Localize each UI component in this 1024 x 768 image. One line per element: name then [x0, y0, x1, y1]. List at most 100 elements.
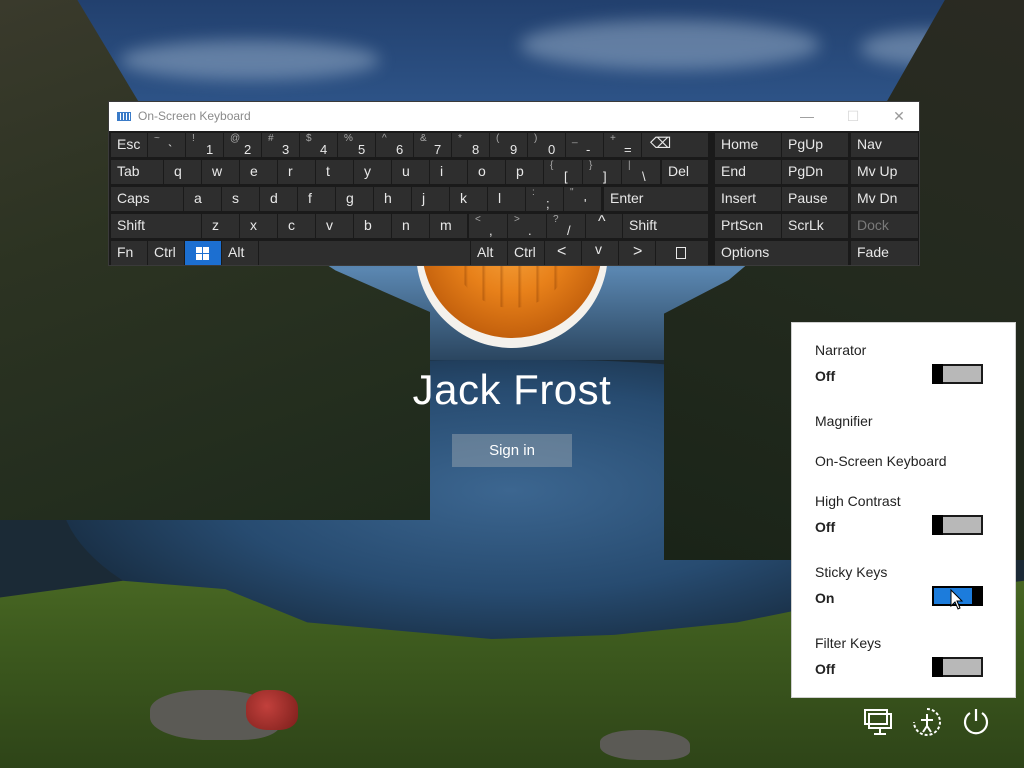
key-alt-left[interactable]: Alt: [222, 241, 258, 265]
key-6[interactable]: ^ 6: [376, 133, 413, 157]
key-7[interactable]: & 7: [414, 133, 451, 157]
key-caps[interactable]: Caps: [111, 187, 183, 211]
key-3[interactable]: #3: [262, 133, 299, 157]
key-space[interactable]: [259, 241, 470, 265]
power-icon[interactable]: [960, 706, 992, 738]
key-del[interactable]: Del: [662, 160, 708, 184]
key-alt-right[interactable]: Alt: [471, 241, 507, 265]
key-bracket-0[interactable]: {[: [544, 160, 582, 184]
key-mvdn[interactable]: Mv Dn: [851, 187, 918, 211]
key-4[interactable]: $4: [300, 133, 337, 157]
key-8[interactable]: * 8: [452, 133, 489, 157]
key-l[interactable]: l: [488, 187, 525, 211]
key-ctrl-right[interactable]: Ctrl: [508, 241, 544, 265]
key-0[interactable]: ) 0: [528, 133, 565, 157]
key-shift-label: +: [610, 133, 616, 144]
key--[interactable]: _ -: [566, 133, 603, 157]
key-punct-1[interactable]: " ': [564, 187, 601, 211]
narrator-toggle[interactable]: [932, 364, 983, 384]
key-h[interactable]: h: [374, 187, 411, 211]
key-menu[interactable]: [656, 241, 708, 265]
key-down[interactable]: v: [582, 241, 618, 265]
key-g[interactable]: g: [336, 187, 373, 211]
key-fade[interactable]: Fade: [851, 241, 918, 265]
key-punct-4[interactable]: ? /: [547, 214, 585, 238]
key-w[interactable]: w: [202, 160, 239, 184]
key-c[interactable]: c: [278, 214, 315, 238]
key-`[interactable]: ~ `: [148, 133, 185, 157]
key-pause[interactable]: Pause: [782, 187, 848, 211]
key-j[interactable]: j: [412, 187, 449, 211]
sign-in-button[interactable]: Sign in: [452, 434, 572, 467]
key-punct-3[interactable]: >.: [508, 214, 546, 238]
key-5[interactable]: % 5: [338, 133, 375, 157]
key-mvup[interactable]: Mv Up: [851, 160, 918, 184]
key-s[interactable]: s: [222, 187, 259, 211]
key-esc[interactable]: Esc: [111, 133, 147, 157]
key-a[interactable]: a: [184, 187, 221, 211]
key-prtscn[interactable]: PrtScn: [715, 214, 781, 238]
magnifier-item[interactable]: Magnifier: [815, 413, 873, 429]
key-1[interactable]: ! 1: [186, 133, 223, 157]
key-dock[interactable]: Dock: [851, 214, 918, 238]
key-=[interactable]: + =: [604, 133, 641, 157]
minimize-button[interactable]: —: [784, 102, 830, 131]
key-home[interactable]: Home: [715, 133, 781, 157]
key-left[interactable]: <: [545, 241, 581, 265]
key-up[interactable]: ^: [586, 213, 622, 238]
key-ctrl-left[interactable]: Ctrl: [148, 241, 184, 265]
key-main-label: 0: [548, 142, 556, 157]
key-9[interactable]: (9: [490, 133, 527, 157]
key-punct-0[interactable]: :;: [526, 187, 563, 211]
ease-of-access-icon[interactable]: [911, 706, 943, 738]
on-screen-keyboard-item[interactable]: On-Screen Keyboard: [815, 453, 947, 469]
key-o[interactable]: o: [468, 160, 505, 184]
key-2[interactable]: @2: [224, 133, 261, 157]
close-button[interactable]: ✕: [876, 102, 922, 131]
key-right[interactable]: >: [619, 241, 655, 265]
key-fn[interactable]: Fn: [111, 241, 147, 265]
high-contrast-toggle[interactable]: [932, 515, 983, 535]
key-bracket-1[interactable]: }]: [583, 160, 621, 184]
filter-keys-toggle[interactable]: [932, 657, 983, 677]
key-u[interactable]: u: [392, 160, 429, 184]
key-m[interactable]: m: [430, 214, 467, 238]
key-enter[interactable]: Enter: [604, 187, 708, 211]
key-backspace[interactable]: ⌫: [642, 133, 708, 157]
key-nav[interactable]: Nav: [851, 133, 918, 157]
key-end[interactable]: End: [715, 160, 781, 184]
key-y[interactable]: y: [354, 160, 391, 184]
key-pgdn[interactable]: PgDn: [782, 160, 848, 184]
key-v[interactable]: v: [316, 214, 353, 238]
key-options[interactable]: Options: [715, 241, 848, 265]
key-p[interactable]: p: [506, 160, 543, 184]
key-label: m: [440, 217, 452, 233]
key-label: f: [308, 190, 312, 206]
key-f[interactable]: f: [298, 187, 335, 211]
key-main-label: .: [528, 223, 532, 238]
key-r[interactable]: r: [278, 160, 315, 184]
key-t[interactable]: t: [316, 160, 353, 184]
key-punct-2[interactable]: <,: [469, 214, 507, 238]
key-shift-left[interactable]: Shift: [111, 214, 201, 238]
key-i[interactable]: i: [430, 160, 467, 184]
key-tab[interactable]: Tab: [111, 160, 163, 184]
key-e[interactable]: e: [240, 160, 277, 184]
key-z[interactable]: z: [202, 214, 239, 238]
osk-titlebar[interactable]: On-Screen Keyboard — ☐ ✕: [109, 102, 919, 131]
key-pgup[interactable]: PgUp: [782, 133, 848, 157]
maximize-button[interactable]: ☐: [830, 102, 876, 131]
key-shift-right[interactable]: Shift: [623, 214, 708, 238]
key-main-label: 8: [472, 142, 480, 157]
key-insert[interactable]: Insert: [715, 187, 781, 211]
key-b[interactable]: b: [354, 214, 391, 238]
key-k[interactable]: k: [450, 187, 487, 211]
key-n[interactable]: n: [392, 214, 429, 238]
key-bracket-2[interactable]: | \: [622, 160, 660, 184]
key-d[interactable]: d: [260, 187, 297, 211]
key-x[interactable]: x: [240, 214, 277, 238]
key-q[interactable]: q: [164, 160, 201, 184]
network-icon[interactable]: [863, 706, 895, 738]
key-windows[interactable]: [185, 241, 221, 265]
key-scrlk[interactable]: ScrLk: [782, 214, 848, 238]
